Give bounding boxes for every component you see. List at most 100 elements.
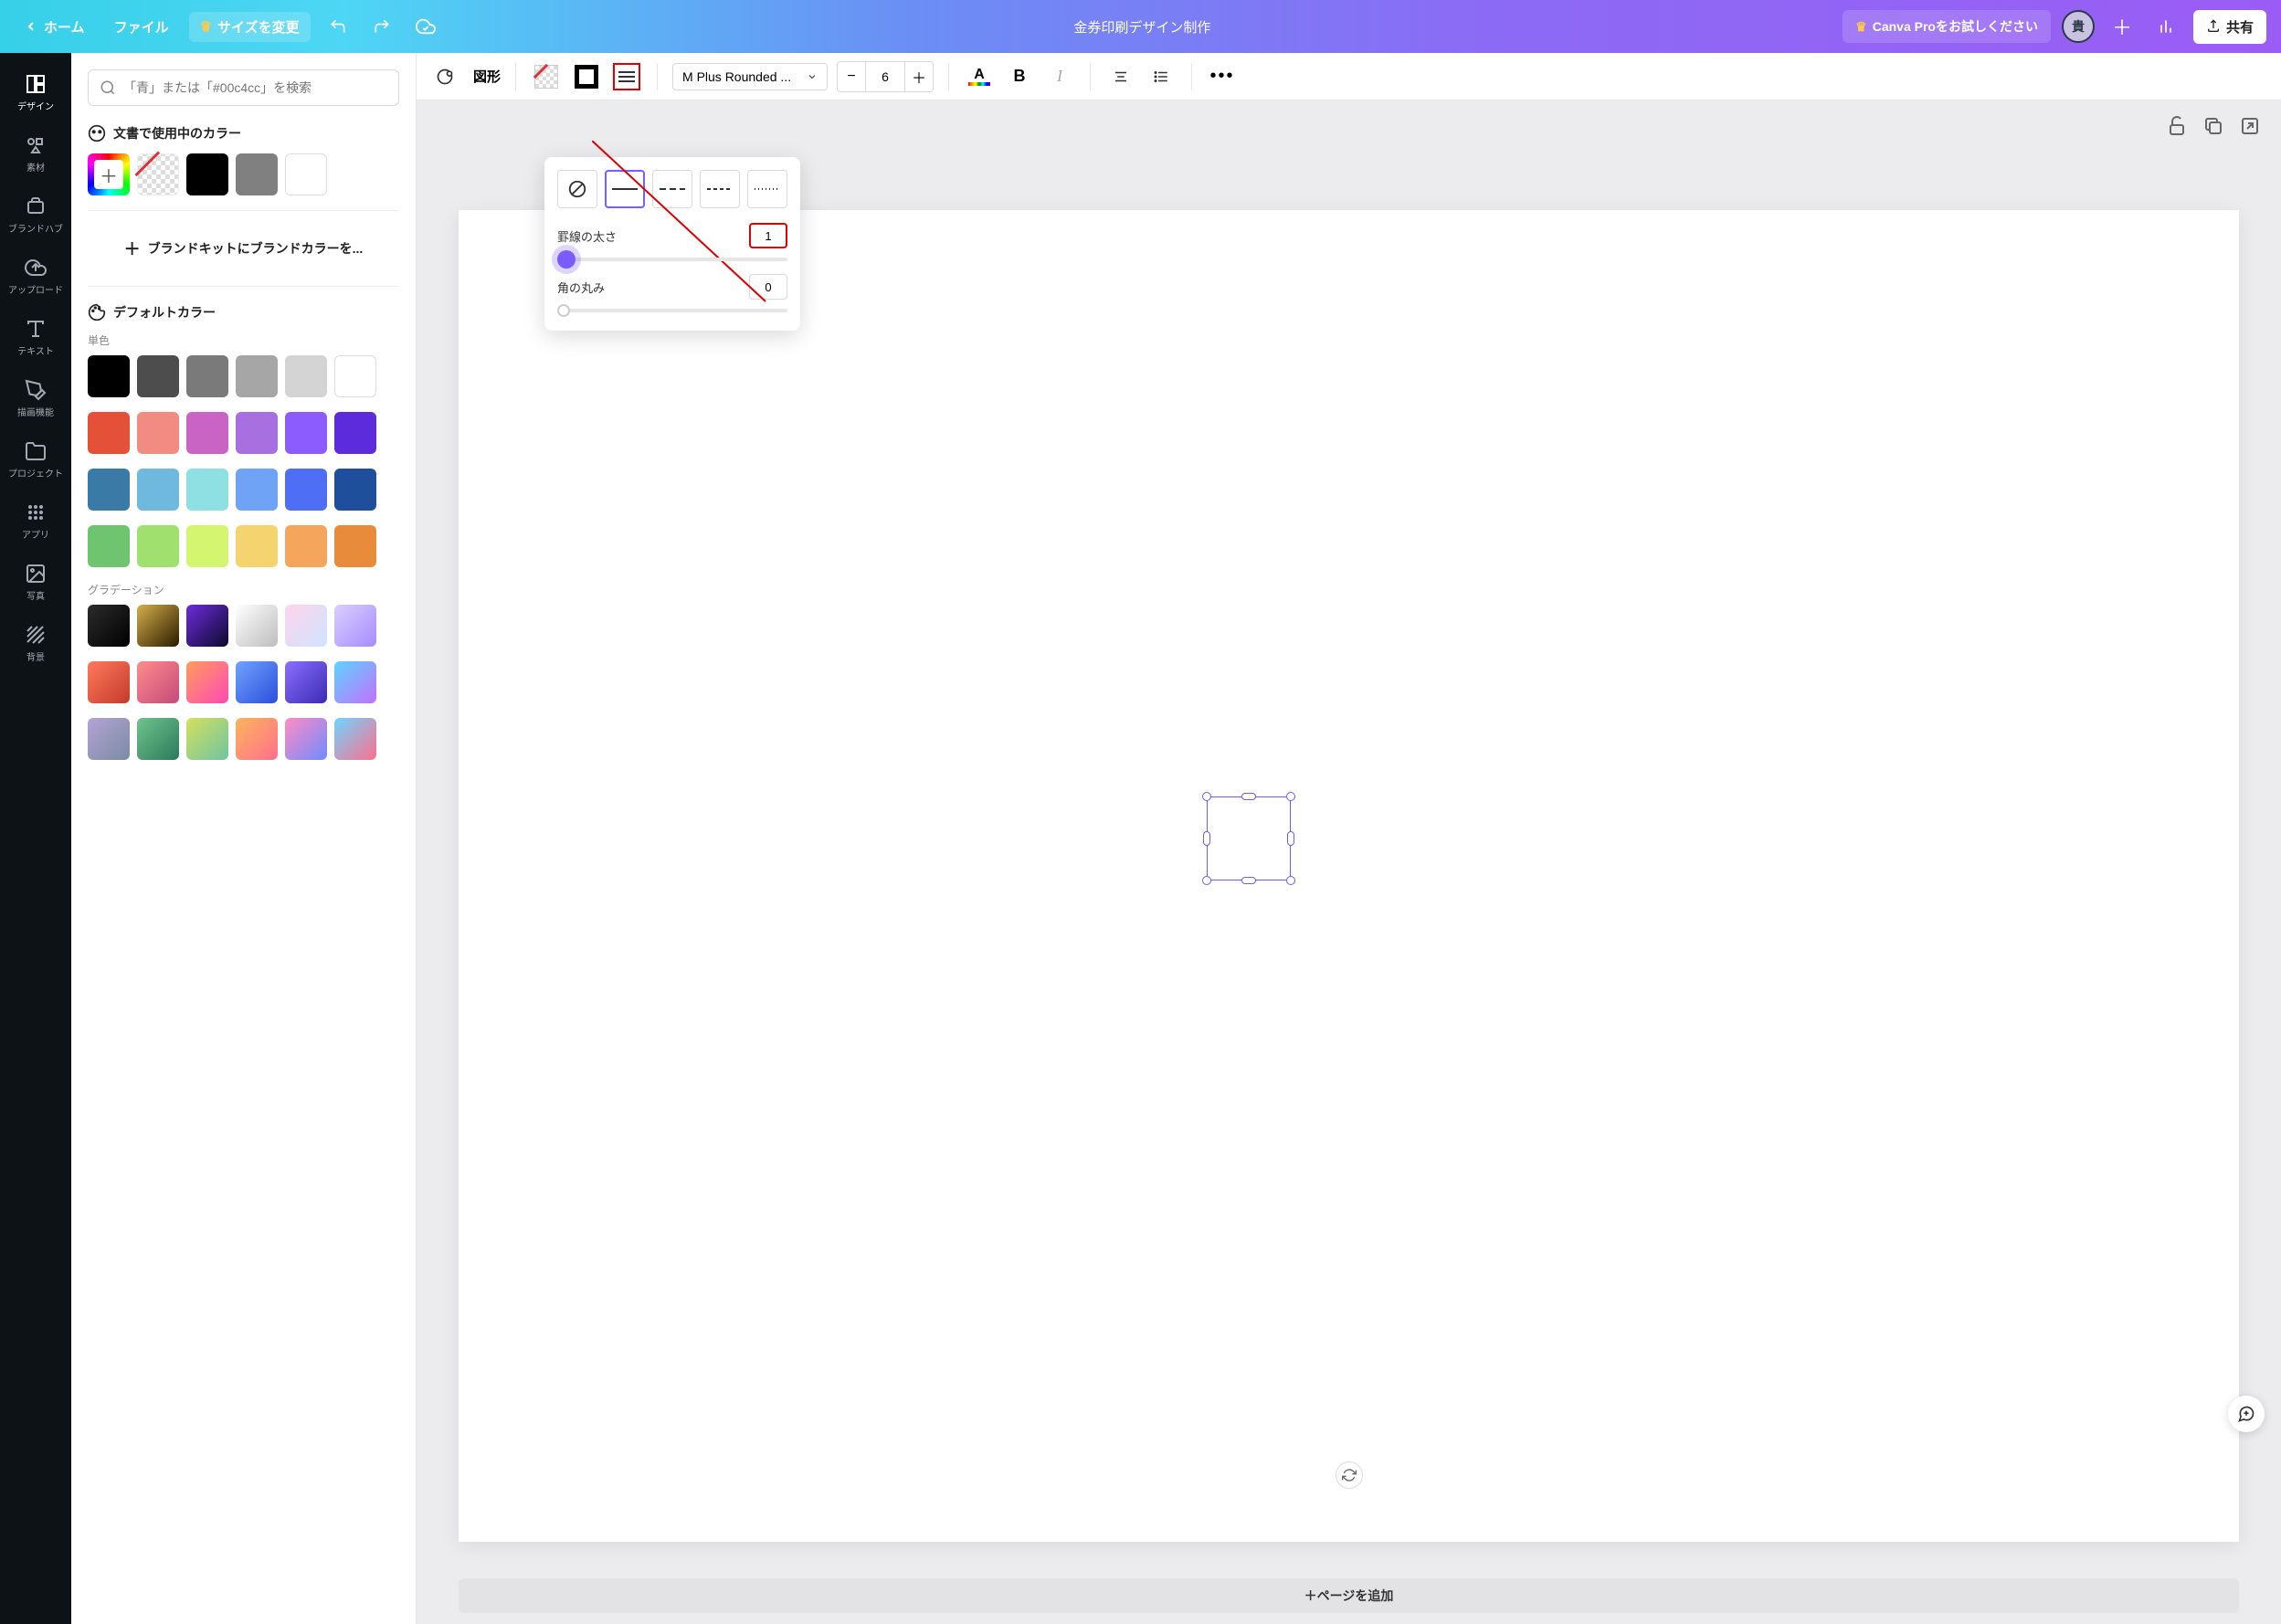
align-button[interactable] (1105, 61, 1136, 92)
resize-handle[interactable] (1286, 792, 1295, 801)
comment-fab[interactable] (2228, 1396, 2265, 1432)
gradient-swatch[interactable] (88, 718, 130, 760)
color-swatch[interactable] (137, 412, 179, 454)
rail-draw[interactable]: 描画機能 (0, 368, 71, 429)
rail-upload[interactable]: アップロード (0, 246, 71, 307)
undo-button[interactable] (322, 10, 354, 43)
gradient-swatch[interactable] (285, 718, 327, 760)
rail-photo[interactable]: 写真 (0, 552, 71, 613)
file-menu[interactable]: ファイル (105, 12, 178, 42)
fill-color-button[interactable] (531, 61, 562, 92)
rail-projects[interactable]: プロジェクト (0, 429, 71, 490)
border-weight-input[interactable] (749, 223, 787, 248)
gradient-swatch[interactable] (186, 605, 228, 647)
color-swatch[interactable] (285, 525, 327, 567)
search-input[interactable] (123, 80, 387, 95)
color-swatch[interactable] (88, 412, 130, 454)
color-swatch[interactable] (186, 412, 228, 454)
gradient-swatch[interactable] (88, 661, 130, 703)
border-style-button[interactable] (611, 61, 642, 92)
font-family-select[interactable]: M Plus Rounded ... (672, 63, 828, 90)
list-button[interactable] (1146, 61, 1177, 92)
rail-design[interactable]: デザイン (0, 62, 71, 123)
gradient-swatch[interactable] (285, 605, 327, 647)
italic-button[interactable]: I (1044, 61, 1075, 92)
pro-upgrade-button[interactable]: ♛Canva Proをお試しください (1843, 10, 2051, 43)
font-size-value[interactable]: 6 (865, 62, 905, 91)
duplicate-page-icon[interactable] (2202, 115, 2224, 137)
rail-background[interactable]: 背景 (0, 613, 71, 674)
decrease-font-button[interactable]: − (838, 62, 865, 91)
color-swatch[interactable] (285, 412, 327, 454)
color-swatch[interactable] (285, 153, 327, 195)
unlock-icon[interactable] (2166, 115, 2188, 137)
resize-handle[interactable] (1286, 876, 1295, 885)
canvas-page[interactable] (459, 210, 2239, 1542)
color-swatch[interactable] (334, 412, 376, 454)
color-swatch[interactable] (137, 525, 179, 567)
share-button[interactable]: 共有 (2193, 10, 2266, 44)
color-swatch[interactable] (334, 469, 376, 511)
brand-kit-button[interactable]: ＋ ブランドキットにブランドカラーを... (88, 224, 399, 273)
border-style-dotted[interactable] (747, 170, 787, 208)
color-swatch[interactable] (236, 355, 278, 397)
color-swatch[interactable] (334, 355, 376, 397)
export-page-icon[interactable] (2239, 115, 2261, 137)
resize-handle[interactable] (1203, 831, 1210, 846)
border-weight-slider[interactable] (557, 258, 787, 261)
increase-font-button[interactable]: ＋ (905, 62, 933, 91)
border-style-dashed-short[interactable] (700, 170, 740, 208)
edit-shape-button[interactable] (429, 61, 460, 92)
add-member-button[interactable]: ＋ (2106, 10, 2138, 43)
color-swatch[interactable] (285, 469, 327, 511)
color-swatch[interactable] (88, 469, 130, 511)
gradient-swatch[interactable] (186, 718, 228, 760)
gradient-swatch[interactable] (137, 605, 179, 647)
color-swatch[interactable] (236, 412, 278, 454)
border-style-none[interactable] (557, 170, 597, 208)
text-color-button[interactable]: A (964, 61, 995, 92)
gradient-swatch[interactable] (88, 605, 130, 647)
rail-brandhub[interactable]: ブランドハブ (0, 185, 71, 246)
gradient-swatch[interactable] (334, 661, 376, 703)
gradient-swatch[interactable] (137, 718, 179, 760)
sync-button[interactable] (1336, 1461, 1363, 1489)
color-swatch[interactable] (236, 525, 278, 567)
border-style-dashed-long[interactable] (652, 170, 692, 208)
color-swatch[interactable] (285, 355, 327, 397)
document-title[interactable]: 金券印刷デザイン制作 (449, 17, 1836, 37)
cloud-sync-icon[interactable] (409, 10, 442, 43)
corner-radius-input[interactable] (749, 274, 787, 300)
font-size-stepper[interactable]: − 6 ＋ (837, 61, 934, 92)
color-swatch[interactable] (186, 469, 228, 511)
redo-button[interactable] (365, 10, 398, 43)
gradient-swatch[interactable] (137, 661, 179, 703)
transparent-swatch[interactable] (137, 153, 179, 195)
gradient-swatch[interactable] (236, 661, 278, 703)
rail-text[interactable]: テキスト (0, 307, 71, 368)
gradient-swatch[interactable] (285, 661, 327, 703)
color-swatch[interactable] (137, 355, 179, 397)
color-swatch[interactable] (186, 153, 228, 195)
corner-radius-slider[interactable] (557, 309, 787, 312)
rail-elements[interactable]: 素材 (0, 123, 71, 185)
analytics-button[interactable] (2149, 10, 2182, 43)
add-page-button[interactable]: ＋ページを追加 (459, 1578, 2239, 1613)
color-swatch[interactable] (88, 355, 130, 397)
resize-button[interactable]: ♛ サイズを変更 (189, 12, 311, 42)
color-swatch[interactable] (137, 469, 179, 511)
resize-handle[interactable] (1241, 793, 1256, 800)
gradient-swatch[interactable] (334, 605, 376, 647)
color-search[interactable] (88, 69, 399, 106)
resize-handle[interactable] (1241, 877, 1256, 884)
color-swatch[interactable] (186, 525, 228, 567)
border-color-button[interactable] (571, 61, 602, 92)
color-swatch[interactable] (236, 469, 278, 511)
rail-apps[interactable]: アプリ (0, 490, 71, 552)
gradient-swatch[interactable] (186, 661, 228, 703)
add-color-swatch[interactable]: ＋ (88, 153, 130, 195)
avatar[interactable]: 貴 (2062, 10, 2095, 43)
color-swatch[interactable] (236, 153, 278, 195)
more-options-button[interactable]: ••• (1207, 61, 1238, 92)
resize-handle[interactable] (1287, 831, 1294, 846)
